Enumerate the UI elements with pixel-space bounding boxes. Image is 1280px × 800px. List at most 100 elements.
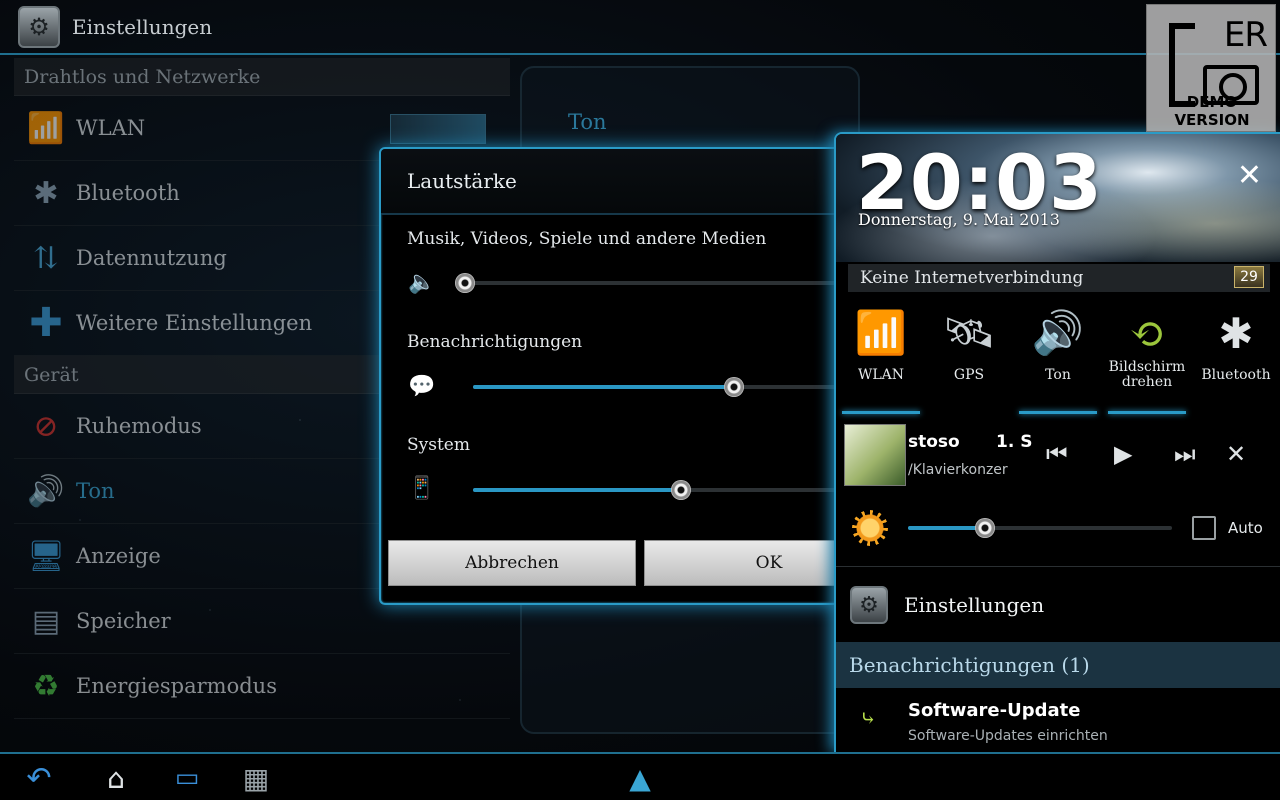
close-icon[interactable]: ✕ xyxy=(1237,158,1262,193)
no-entry-icon: ⊘ xyxy=(33,408,59,444)
media-volume-slider[interactable] xyxy=(455,273,847,293)
slider-thumb[interactable] xyxy=(974,518,995,538)
bluetooth-icon: ✱ xyxy=(33,175,59,211)
update-arrow-icon: ⤷ xyxy=(859,706,877,730)
section-wireless: Drahtlos und Netzwerke xyxy=(14,58,510,96)
app-title: Einstellungen xyxy=(72,14,213,39)
screenshot-grid-icon[interactable]: ▦ xyxy=(236,760,276,796)
sidebar-item-label: Speicher xyxy=(76,609,171,633)
active-indicator xyxy=(1108,411,1186,414)
sidebar-item-label: Weitere Einstellungen xyxy=(76,311,313,335)
quick-setting-label: GPS xyxy=(953,367,985,383)
storage-icon: ▤ xyxy=(31,603,61,639)
sidebar-item-label: Ruhemodus xyxy=(76,414,202,438)
quick-setting-rotate[interactable]: ⟲ Bildschirm drehen xyxy=(1104,298,1190,414)
detail-title: Ton xyxy=(568,110,607,134)
active-indicator xyxy=(1019,411,1097,414)
home-icon[interactable]: ⌂ xyxy=(96,760,136,796)
network-status-text: Keine Internetverbindung xyxy=(860,268,1084,288)
cancel-button[interactable]: Abbrechen xyxy=(388,540,636,586)
slider-thumb[interactable] xyxy=(670,480,691,500)
quick-setting-label: Bildschirm drehen xyxy=(1108,359,1186,390)
track-title: stoso xyxy=(908,432,960,452)
sidebar-item-label: WLAN xyxy=(76,116,146,140)
quick-setting-gps[interactable]: 🛰 GPS xyxy=(926,298,1012,414)
notification-panel: 20:03 Donnerstag, 9. Mai 2013 ✕ Keine In… xyxy=(834,132,1280,752)
wlan-toggle[interactable] xyxy=(390,114,486,144)
notification-volume-slider[interactable] xyxy=(473,377,847,397)
speaker-icon: 🔈 xyxy=(408,269,436,295)
auto-brightness-checkbox[interactable] xyxy=(1192,516,1216,540)
quick-setting-wlan[interactable]: 📶 WLAN xyxy=(838,298,924,414)
sidebar-item-label: Datennutzung xyxy=(76,246,227,270)
auto-brightness-label: Auto xyxy=(1228,519,1263,537)
back-icon[interactable]: ↶ xyxy=(14,760,64,796)
phone-speaker-icon: 📱 xyxy=(408,475,436,501)
media-volume-label: Musik, Videos, Spiele und andere Medien xyxy=(407,229,767,249)
divider xyxy=(836,566,1280,567)
data-usage-icon: ⇅ xyxy=(33,240,59,276)
quick-setting-label: Bluetooth xyxy=(1201,367,1271,383)
title-bar: ⚙ Einstellungen xyxy=(0,0,1280,55)
close-media-icon[interactable]: ✕ xyxy=(1226,440,1246,468)
previous-track-icon[interactable]: ⏮ xyxy=(1046,440,1068,468)
watermark-logo-letters: ER xyxy=(1223,15,1268,55)
settings-gear-icon: ⚙ xyxy=(850,586,888,624)
slider-thumb[interactable] xyxy=(455,273,475,293)
quick-setting-sound[interactable]: 🔊 Ton xyxy=(1015,298,1101,414)
volume-dialog: Lautstärke Musik, Videos, Spiele und and… xyxy=(379,147,849,605)
media-player: stoso 1. S /Klavierkonzer ⏮ ▶ ⏭ ✕ xyxy=(836,422,1280,490)
watermark-text: DEMO VERSION xyxy=(1174,93,1250,129)
speaker-icon: 🔊 xyxy=(1031,308,1085,357)
quick-setting-label: WLAN xyxy=(857,367,905,383)
brightness-slider[interactable] xyxy=(908,518,1172,538)
slider-thumb[interactable] xyxy=(723,377,744,397)
expand-up-icon[interactable]: ▲ xyxy=(620,760,660,796)
network-status-bar: Keine Internetverbindung 29 xyxy=(848,264,1270,292)
next-track-icon[interactable]: ⏭ xyxy=(1174,440,1196,468)
sidebar-item-label: Anzeige xyxy=(76,544,161,568)
quick-setting-label: Ton xyxy=(1045,367,1071,383)
quick-setting-bluetooth[interactable]: ✱ Bluetooth xyxy=(1193,298,1279,414)
bluetooth-icon: ✱ xyxy=(1218,308,1254,358)
speaker-icon: 🔊 xyxy=(27,473,65,509)
ok-button[interactable]: OK xyxy=(644,540,847,586)
sidebar-item-power-saving[interactable]: ♻ Energiesparmodus xyxy=(14,654,510,719)
wifi-icon: 📶 xyxy=(27,110,65,146)
settings-label: Einstellungen xyxy=(904,593,1045,617)
rotate-screen-icon: ⟲ xyxy=(1129,308,1165,358)
recent-apps-icon[interactable]: ▭ xyxy=(160,760,214,796)
brightness-sun-icon xyxy=(852,510,888,546)
album-cover[interactable] xyxy=(844,424,906,486)
navigation-bar: ↶ ⌂ ▭ ▦ ▲ xyxy=(0,752,1280,800)
clock-date: Donnerstag, 9. Mai 2013 xyxy=(858,210,1060,229)
notification-count-badge: 29 xyxy=(1234,266,1264,288)
open-settings-button[interactable]: ⚙ Einstellungen xyxy=(836,570,1280,640)
display-icon: 🖥 xyxy=(26,538,66,574)
active-indicator xyxy=(842,411,920,414)
notification-title: Software-Update xyxy=(908,700,1081,721)
system-volume-label: System xyxy=(407,435,470,455)
sidebar-item-label: Ton xyxy=(76,479,115,503)
sidebar-item-label: Bluetooth xyxy=(76,181,180,205)
dialog-title: Lautstärke xyxy=(381,149,847,215)
track-number: 1. S xyxy=(996,432,1033,452)
play-icon[interactable]: ▶ xyxy=(1114,440,1132,468)
battery-saver-icon: ♻ xyxy=(32,668,60,704)
sidebar-item-label: Energiesparmodus xyxy=(76,674,277,698)
slider-fill xyxy=(908,526,985,530)
notification-software-update[interactable]: ⤷ Software-Update Software-Updates einri… xyxy=(836,690,1280,752)
slider-fill xyxy=(473,385,734,389)
demo-watermark: ER DEMO VERSION xyxy=(1146,4,1276,132)
notification-volume-label: Benachrichtigungen xyxy=(407,332,583,352)
notification-bubble-icon: 💬 xyxy=(408,373,436,399)
slider-fill xyxy=(473,488,681,492)
clock-header: 20:03 Donnerstag, 9. Mai 2013 ✕ xyxy=(836,134,1280,262)
system-volume-slider[interactable] xyxy=(473,480,847,500)
track-subtitle: /Klavierkonzer xyxy=(908,462,1008,478)
settings-gear-icon[interactable]: ⚙ xyxy=(18,5,60,48)
brightness-control: Auto xyxy=(836,504,1280,554)
plus-icon: ✚ xyxy=(29,300,63,346)
notification-subtitle: Software-Updates einrichten xyxy=(908,728,1108,744)
satellite-icon: 🛰 xyxy=(942,308,996,357)
